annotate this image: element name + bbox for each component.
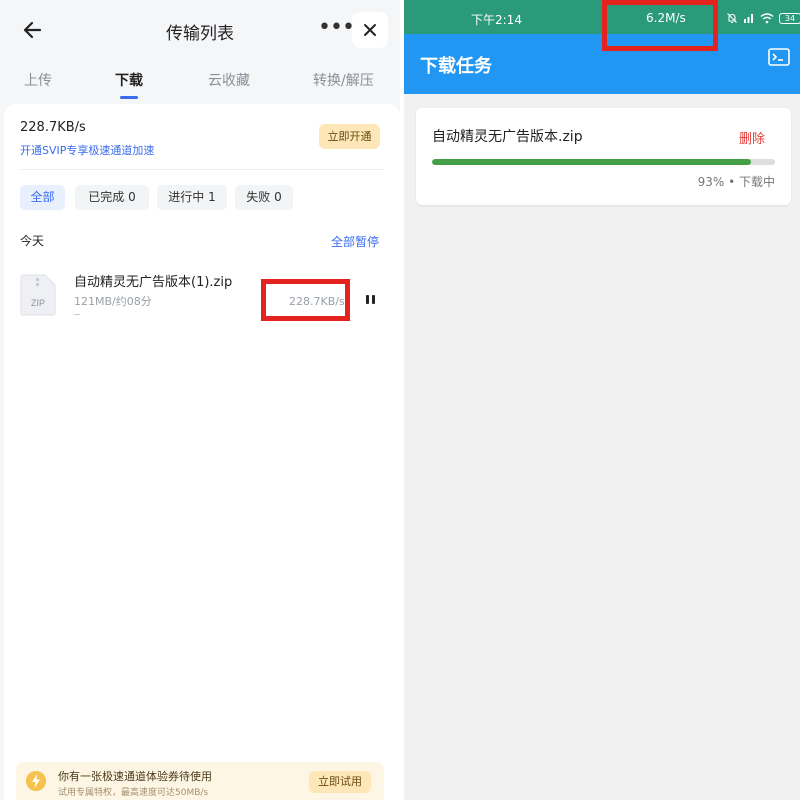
- filter-all[interactable]: 全部: [20, 185, 65, 210]
- zip-label: ZIP: [31, 298, 45, 308]
- file-name: 自动精灵无广告版本(1).zip: [74, 275, 233, 290]
- promo-text: 你有一张极速通道体验券待使用: [58, 770, 212, 783]
- app-bar-title: 下载任务: [420, 56, 492, 77]
- terminal-icon[interactable]: [768, 48, 790, 66]
- signal-icon: [744, 14, 753, 23]
- header: 传输列表 ••• 上传 下载 云收藏 转换/解压: [0, 0, 400, 104]
- tab-cloud-favorites[interactable]: 云收藏: [208, 70, 250, 90]
- task-status: 93% • 下载中: [697, 175, 775, 189]
- lightning-icon: [26, 771, 46, 791]
- active-tab-indicator: [120, 96, 138, 99]
- task-file-name: 自动精灵无广告版本.zip: [432, 129, 583, 145]
- wifi-icon: [760, 13, 774, 24]
- more-options-button[interactable]: •••: [318, 17, 355, 44]
- tab-download[interactable]: 下载: [115, 70, 143, 90]
- file-progress-bar: [74, 314, 80, 315]
- battery-indicator: 34: [779, 12, 800, 24]
- svip-accelerate-link[interactable]: 开通SVIP专享极速通道加速: [20, 142, 154, 158]
- pause-button[interactable]: [362, 291, 378, 307]
- file-size-eta: 121MB/约08分: [74, 295, 152, 308]
- promo-banner: 你有一张极速通道体验券待使用 试用专属特权，最高速度可达50MB/s 立即试用: [16, 762, 384, 800]
- transfer-tabs: 上传 下载 云收藏 转换/解压: [0, 70, 400, 100]
- download-tasks-panel: 下午2:14 6.2M/s 34 下载任务 自动精灵无广告版本.zip 删除 9…: [404, 0, 800, 800]
- pause-icon-bar: [371, 294, 375, 304]
- filter-failed[interactable]: 失败 0: [235, 185, 293, 210]
- pause-all-button[interactable]: 全部暂停: [331, 233, 379, 250]
- delete-button[interactable]: 删除: [739, 128, 765, 147]
- close-button[interactable]: [352, 12, 388, 48]
- open-svip-button[interactable]: 立即开通: [319, 124, 380, 149]
- current-speed: 228.7KB/s: [20, 120, 86, 135]
- try-now-button[interactable]: 立即试用: [309, 771, 371, 793]
- promo-subtext: 试用专属特权，最高速度可达50MB/s: [58, 788, 209, 798]
- divider: [20, 169, 384, 170]
- highlight-box-speed: [261, 279, 350, 321]
- filter-in-progress[interactable]: 进行中 1: [157, 185, 227, 210]
- tab-upload[interactable]: 上传: [24, 70, 52, 90]
- bell-off-icon: [727, 13, 737, 24]
- download-card: 228.7KB/s 开通SVIP专享极速通道加速 立即开通 全部 已完成 0 进…: [4, 104, 400, 800]
- close-icon: [364, 24, 376, 36]
- status-time: 下午2:14: [471, 13, 522, 27]
- zip-file-icon: ZIP: [20, 274, 56, 316]
- pause-icon-bar: [365, 294, 369, 304]
- download-task-card[interactable]: 自动精灵无广告版本.zip 删除 93% • 下载中: [416, 108, 791, 205]
- status-icons: 34: [726, 12, 800, 24]
- filter-completed[interactable]: 已完成 0: [75, 185, 149, 210]
- section-title-today: 今天: [20, 234, 45, 248]
- task-progress-fill: [432, 159, 751, 165]
- transfer-list-panel: 传输列表 ••• 上传 下载 云收藏 转换/解压 228.7KB/s 开通SVI…: [0, 0, 400, 800]
- highlight-box-network-speed: [602, 0, 718, 51]
- task-progress-bar: [432, 159, 775, 165]
- tab-convert-extract[interactable]: 转换/解压: [313, 70, 374, 90]
